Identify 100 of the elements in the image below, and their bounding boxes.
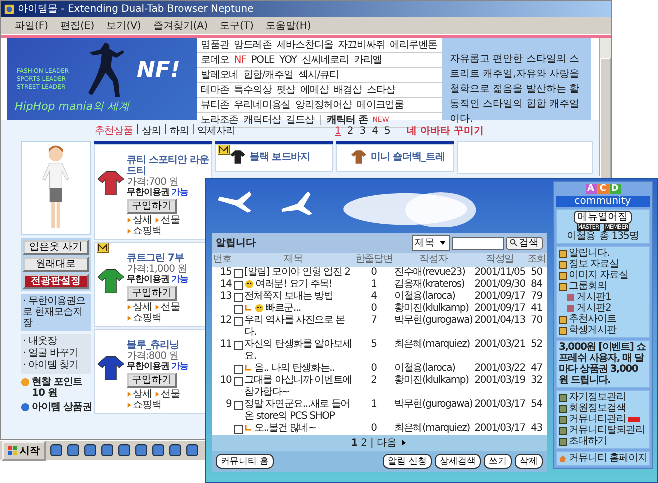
brand-link[interactable]: 노라조존 bbox=[201, 113, 239, 127]
product-link[interactable]: 상세 bbox=[133, 215, 152, 226]
post-row[interactable]: 9 정말 자연군요...새로 들어온 store의 PCS SHOP 1 박무현(gurogawa) 2001/03/17 54 bbox=[212, 399, 547, 423]
taskbar-app-icon[interactable] bbox=[101, 444, 114, 457]
post-title-link[interactable]: 자신의 탄생화를 알아보세요. bbox=[244, 339, 354, 363]
product-link[interactable]: 쇼핑백 bbox=[133, 313, 162, 324]
brand-link[interactable]: 발레오네 bbox=[201, 68, 239, 82]
menu-item[interactable]: 보기(V) bbox=[106, 18, 142, 32]
brand-link[interactable]: POLE bbox=[251, 54, 275, 66]
menu-item[interactable]: 편집(E) bbox=[60, 18, 95, 32]
board-action-button[interactable]: 상세검색 bbox=[435, 454, 481, 469]
buy-button[interactable]: 구입하기 bbox=[127, 373, 177, 388]
category-tab[interactable]: 상의 bbox=[142, 124, 161, 138]
brand-link[interactable]: 메이크업룸 bbox=[357, 98, 404, 112]
product-link[interactable]: 상세 bbox=[133, 302, 152, 313]
scrollbar[interactable] bbox=[599, 38, 611, 176]
page-link[interactable]: 1 bbox=[351, 438, 358, 448]
brand-link[interactable]: 배경샵 bbox=[334, 83, 362, 97]
row-checkbox[interactable] bbox=[234, 425, 243, 434]
start-button[interactable]: 시작 bbox=[2, 440, 46, 460]
menu-item[interactable]: 도구(T) bbox=[220, 18, 254, 32]
row-checkbox[interactable] bbox=[234, 269, 243, 278]
taskbar-app-icon[interactable] bbox=[50, 444, 63, 457]
admin-menu-item[interactable]: 자기정보관리 bbox=[569, 392, 626, 403]
brand-link[interactable]: 앙드레존 bbox=[234, 38, 272, 52]
post-title-link[interactable]: [알림] 모이야 인형 업진 2 bbox=[244, 267, 350, 279]
post-row[interactable]: 12 우리 역사를 사진으로 본다. 7 박무현(gurogawa) 2001/04/13 70 bbox=[212, 315, 547, 339]
brand-link[interactable]: 로데오 bbox=[201, 53, 230, 67]
post-title-link[interactable]: 그대를 아십니까 이벤트에 참가합다~ bbox=[244, 375, 354, 399]
admin-menu-item[interactable]: 커뮤니티탈퇴관리 bbox=[569, 425, 645, 436]
admin-menu-item[interactable]: 회원정보검색 bbox=[569, 403, 626, 414]
brand-link[interactable]: YOY bbox=[280, 54, 297, 66]
page-link[interactable]: 1 bbox=[335, 126, 342, 136]
product-link[interactable]: 선물 bbox=[161, 215, 180, 226]
board-action-button[interactable]: 쓰기 bbox=[484, 454, 512, 469]
side-link[interactable]: · 내옷장 bbox=[23, 336, 89, 348]
row-checkbox[interactable] bbox=[234, 281, 243, 290]
sidebar-menu-item[interactable]: 게시판1 bbox=[577, 292, 612, 303]
row-checkbox[interactable] bbox=[234, 317, 243, 326]
product-link[interactable]: 쇼핑백 bbox=[133, 400, 162, 411]
product-link[interactable]: 상세 bbox=[133, 389, 152, 400]
brand-link[interactable]: 테마존 bbox=[201, 83, 230, 97]
brand-link[interactable]: 캐릭터샵 bbox=[244, 113, 282, 127]
row-checkbox[interactable] bbox=[234, 293, 243, 302]
post-title-link[interactable]: 오..볼건 많네~ bbox=[254, 423, 316, 435]
post-row[interactable]: 15 [알림] 모이야 인형 업진 2 0 진수애(revue23) 2001/11/05 50 bbox=[212, 267, 547, 279]
post-row[interactable]: 13 전체쪽지 보내는 방법 4 이철용(laroca) 2001/09/17 79 bbox=[212, 291, 547, 303]
taskbar-app-icon[interactable] bbox=[84, 444, 97, 457]
page-link[interactable]: 2 bbox=[361, 438, 368, 448]
post-row[interactable]: 11 자신의 탄생화를 알아보세요. 5 최은혜(marquiez) 2001/03/21 52 bbox=[212, 339, 547, 363]
product-name[interactable]: 큐티 스포티안 라운드티 bbox=[127, 155, 209, 177]
avatar-button[interactable]: 입은옷 사기 bbox=[23, 240, 89, 255]
product-link[interactable]: 선물 bbox=[161, 302, 180, 313]
search-scope-select[interactable]: 제목 bbox=[412, 235, 450, 251]
board-action-button[interactable]: 알림 신청 bbox=[383, 454, 432, 469]
post-row[interactable]: 오..볼건 많네~ 0 최은혜(marquiez) 2001/03/17 43 bbox=[212, 423, 547, 435]
post-title-link[interactable]: 우리 역사를 사진으로 본다. bbox=[244, 315, 354, 339]
taskbar-app-icon[interactable] bbox=[118, 444, 131, 457]
brand-link[interactable]: 특수의상 bbox=[234, 83, 272, 97]
brand-link[interactable]: 에메샵 bbox=[300, 83, 329, 97]
board-action-button[interactable]: 삭제 bbox=[515, 454, 543, 469]
brand-link[interactable]: 앙리정헤어샵 bbox=[296, 98, 352, 112]
product-link[interactable]: 선물 bbox=[161, 389, 180, 400]
brand-link[interactable]: 캐릭터 존 bbox=[327, 113, 368, 127]
page-link[interactable]: 4 bbox=[372, 126, 378, 136]
post-title-link[interactable]: 여러분! 요기 주목! bbox=[256, 279, 332, 291]
product-name[interactable]: 블루_츄리닝 bbox=[127, 340, 209, 351]
admin-menu-item[interactable]: 커뮤니티관리 bbox=[569, 414, 626, 425]
brand-link[interactable]: 자끄비싸쥐 bbox=[338, 38, 386, 52]
row-checkbox[interactable] bbox=[234, 341, 243, 350]
sidebar-menu-item[interactable]: 게시판2 bbox=[577, 303, 612, 314]
sidebar-menu-item[interactable]: 추천사이트 bbox=[569, 314, 616, 325]
category-tab[interactable]: 하의 bbox=[170, 124, 189, 138]
brand-link[interactable]: NF bbox=[234, 54, 246, 66]
brand-link[interactable]: 뷰티존 bbox=[201, 98, 230, 112]
next-link[interactable]: 다음 bbox=[376, 436, 397, 450]
taskbar-app-icon[interactable] bbox=[169, 444, 182, 457]
search-field[interactable] bbox=[452, 236, 504, 250]
post-title-link[interactable]: 정말 자연군요...새로 들어온 store의 PCS SHOP bbox=[244, 399, 354, 423]
side-link[interactable]: · 아이템 찾기 bbox=[23, 360, 89, 372]
row-checkbox[interactable] bbox=[234, 401, 243, 410]
buy-button[interactable]: 구입하기 bbox=[127, 199, 177, 214]
avatar-button[interactable]: 원래대로 bbox=[23, 257, 89, 272]
post-row[interactable]: 빠르군... 0 황미진(klulkamp) 2001/09/17 41 bbox=[212, 303, 547, 315]
row-checkbox[interactable] bbox=[234, 305, 243, 314]
buy-button[interactable]: 구입하기 bbox=[127, 286, 177, 301]
page-link[interactable]: 5 bbox=[384, 126, 391, 136]
brand-link[interactable]: 우리네미용실 bbox=[234, 98, 291, 112]
row-checkbox[interactable] bbox=[234, 377, 243, 386]
brand-link[interactable]: 스타샵 bbox=[367, 83, 396, 97]
product-link[interactable]: 쇼핑백 bbox=[133, 226, 162, 237]
post-title-link[interactable]: 음.. 나의 탄생화는.. bbox=[254, 363, 335, 375]
search-button[interactable]: 검색 bbox=[506, 236, 543, 250]
taskbar-app-icon[interactable] bbox=[135, 444, 148, 457]
post-title-link[interactable]: 전체쪽지 보내는 방법 bbox=[244, 291, 334, 303]
category-tab[interactable]: 추천상품 bbox=[95, 124, 133, 138]
admin-menu-item[interactable]: 초대하기 bbox=[569, 436, 607, 447]
save-note[interactable]: · 무한이용권으로 현재모습저장 bbox=[21, 294, 91, 331]
taskbar-app-icon[interactable] bbox=[186, 444, 199, 457]
avatar-link[interactable]: 네 아바타 꾸미기 bbox=[406, 124, 484, 138]
